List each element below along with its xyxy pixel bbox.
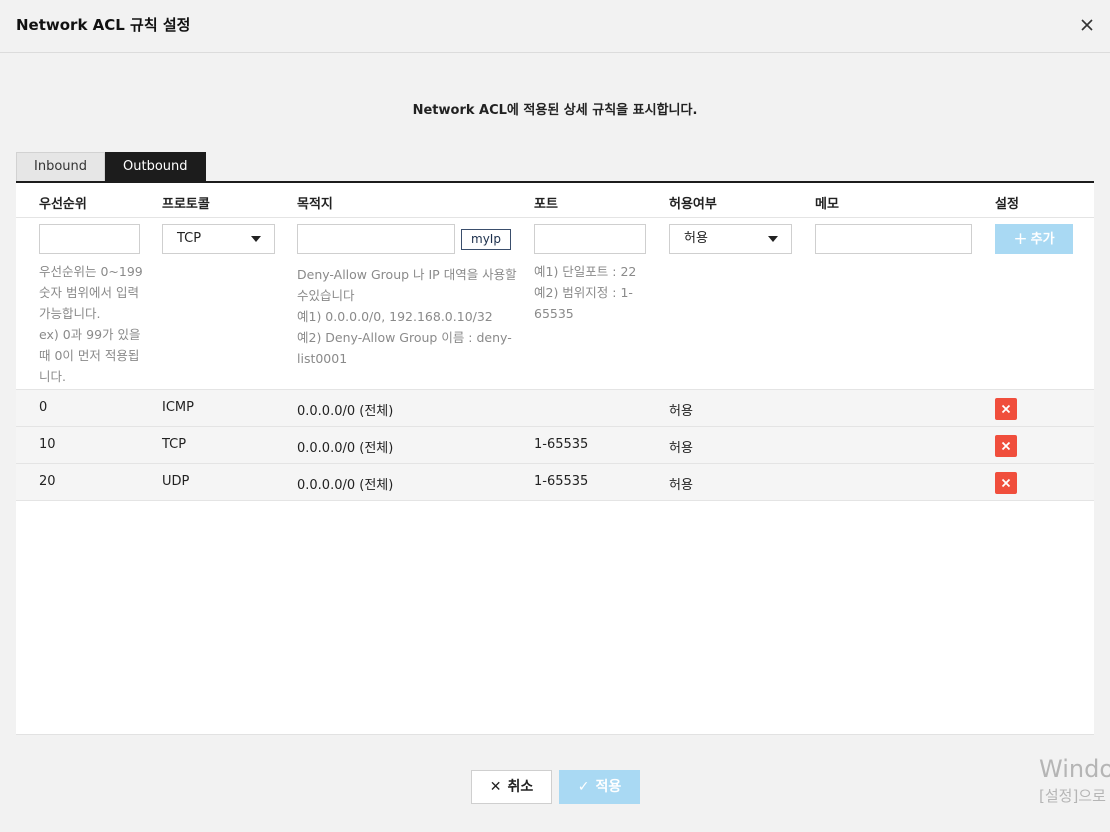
row-protocol: TCP [162,437,187,452]
delete-rule-button[interactable] [995,472,1017,494]
allow-select-value: 허용 [684,231,708,246]
close-icon [1001,441,1011,451]
cancel-button[interactable]: ✕ 취소 [471,770,552,804]
watermark-line2: [설정]으로 [1039,787,1106,805]
row-priority: 20 [39,474,56,489]
hint-line: Deny-Allow Group 나 IP 대역을 사용할 [297,267,517,282]
plus-icon: + [1013,229,1028,249]
row-destination: 0.0.0.0/0 (전체) [297,478,394,493]
close-icon [1001,478,1011,488]
table-row: 20 UDP 0.0.0.0/0 (전체) 1-65535 허용 [16,464,1094,501]
row-allow: 허용 [669,404,693,419]
delete-rule-button[interactable] [995,398,1017,420]
row-allow: 허용 [669,441,693,456]
hint-line: 니다. [39,369,66,384]
hint-line: 수있습니다 [297,288,355,303]
tab-outbound[interactable]: Outbound [105,152,206,182]
port-hint: 예1) 단일포트 : 22 예2) 범위지정 : 1- 65535 [534,261,636,324]
protocol-select[interactable]: TCP [162,224,275,254]
row-port: 1-65535 [534,437,589,452]
priority-input[interactable] [39,224,140,254]
caret-down-icon [768,236,778,242]
modal-description: Network ACL에 적용된 상세 규칙을 표시합니다. [412,103,698,118]
header-priority: 우선순위 [39,197,87,212]
hint-line: 예1) 0.0.0.0/0, 192.168.0.10/32 [297,309,493,324]
row-port: 1-65535 [534,474,589,489]
header-settings: 설정 [995,197,1019,212]
modal-title: Network ACL 규칙 설정 [16,16,191,34]
hint-line: 가능합니다. [39,306,101,321]
row-priority: 10 [39,437,56,452]
tab-bar: Inbound Outbound [16,152,206,182]
protocol-select-value: TCP [177,231,202,246]
new-rule-row: TCP myIp 허용 + 추가 우선순위는 0~199 숫자 범위에서 입력 가… [16,218,1094,390]
hint-line: 때 0이 먼저 적용됩 [39,348,140,363]
hint-line: 예2) Deny-Allow Group 이름 : deny- [297,330,512,345]
memo-input[interactable] [815,224,972,254]
apply-label: 적용 [595,779,622,795]
cancel-label: 취소 [507,779,534,795]
allow-select[interactable]: 허용 [669,224,792,254]
modal-footer: ✕ 취소 ✓ 적용 [471,770,640,804]
header-allow: 허용여부 [669,197,717,212]
destination-hint: Deny-Allow Group 나 IP 대역을 사용할 수있습니다 예1) … [297,264,517,369]
table-row: 10 TCP 0.0.0.0/0 (전체) 1-65535 허용 [16,427,1094,464]
caret-down-icon [251,236,261,242]
close-icon: ✕ [489,779,502,795]
row-protocol: ICMP [162,400,194,415]
hint-line: 숫자 범위에서 입력 [39,285,139,300]
hint-line: 예1) 단일포트 : 22 [534,264,637,279]
header-protocol: 프로토콜 [162,197,210,212]
row-allow: 허용 [669,478,693,493]
header-destination: 목적지 [297,197,333,212]
add-rule-label: 추가 [1030,232,1055,247]
delete-rule-button[interactable] [995,435,1017,457]
destination-input[interactable] [297,224,455,254]
modal-header: Network ACL 규칙 설정 [0,0,1110,53]
priority-hint: 우선순위는 0~199 숫자 범위에서 입력 가능합니다. ex) 0과 99가… [39,261,143,387]
hint-line: list0001 [297,351,348,366]
rules-table: 우선순위 프로토콜 목적지 포트 허용여부 메모 설정 TCP myIp 허용 … [16,181,1094,735]
myip-button[interactable]: myIp [461,229,511,250]
add-rule-button[interactable]: + 추가 [995,224,1073,254]
check-icon: ✓ [577,779,590,795]
apply-button[interactable]: ✓ 적용 [559,770,640,804]
close-icon [1081,19,1093,31]
hint-line: 예2) 범위지정 : 1- [534,285,633,300]
row-destination: 0.0.0.0/0 (전체) [297,404,394,419]
row-destination: 0.0.0.0/0 (전체) [297,441,394,456]
close-button[interactable] [1076,14,1098,36]
close-icon [1001,404,1011,414]
hint-line: 우선순위는 0~199 [39,264,143,279]
header-memo: 메모 [815,197,839,212]
hint-line: 65535 [534,306,574,321]
windows-activation-watermark: Windo [설정]으로 [1039,755,1110,806]
watermark-line1: Windo [1039,755,1110,783]
hint-line: ex) 0과 99가 있을 [39,327,141,342]
table-row: 0 ICMP 0.0.0.0/0 (전체) 허용 [16,390,1094,427]
header-port: 포트 [534,197,558,212]
table-header-row: 우선순위 프로토콜 목적지 포트 허용여부 메모 설정 [16,183,1094,218]
tab-inbound[interactable]: Inbound [16,152,106,182]
row-protocol: UDP [162,474,190,489]
row-priority: 0 [39,400,48,415]
port-input[interactable] [534,224,646,254]
